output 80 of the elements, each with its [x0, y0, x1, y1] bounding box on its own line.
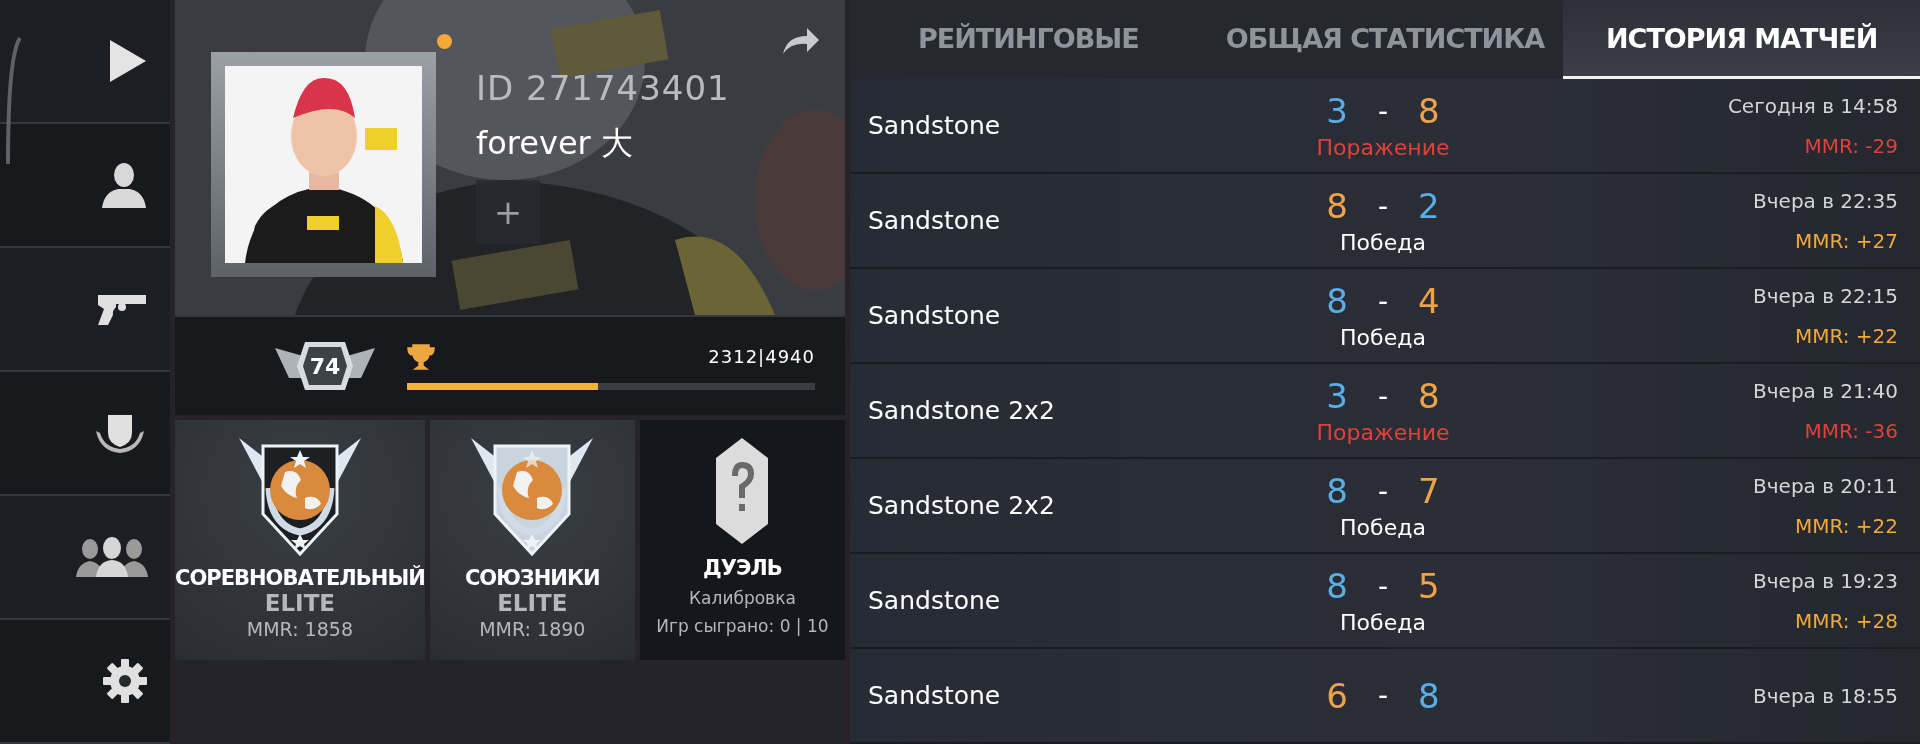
rank-card[interactable]: СОРЕВНОВАТЕЛЬНЫЙ ELITE MMR: 1858 — [175, 420, 425, 660]
sidebar-item[interactable] — [0, 0, 170, 124]
match-row[interactable]: Sandstone 2x2 3 - 8 Поражение Вчера в 21:40 MMR: -36 — [850, 364, 1920, 460]
team-score: 3 — [1326, 376, 1348, 417]
team-score: 8 — [1418, 91, 1440, 132]
score-separator: - — [1377, 379, 1389, 413]
mode-title: ДУЭЛЬ — [703, 556, 782, 580]
unknown-rank-icon — [714, 436, 771, 546]
team-score: 8 — [1326, 281, 1348, 322]
team-score: 8 — [1326, 471, 1348, 512]
settings-icon — [102, 658, 148, 704]
mmr-value: MMR: 1858 — [246, 618, 353, 640]
score-separator: - — [1377, 284, 1389, 318]
map-name: Sandstone — [868, 111, 1002, 141]
play-icon — [108, 38, 148, 84]
games-played: Игр сыграно: 0 | 10 — [656, 616, 829, 636]
team-score: 3 — [1326, 91, 1348, 132]
match-row[interactable]: Sandstone 3 - 8 Поражение Сегодня в 14:58 MMR: -29 — [850, 79, 1920, 175]
match-result: Победа — [1340, 325, 1426, 351]
mmr-change: MMR: +28 — [1794, 608, 1898, 633]
team-score: 2 — [1418, 186, 1440, 227]
tab[interactable]: ОБЩАЯ СТАТИСТИКА — [1206, 0, 1564, 80]
match-row[interactable]: Sandstone 2x2 8 - 7 Победа Вчера в 20:11 MMR: +22 — [850, 459, 1920, 555]
mmr-change: MMR: +22 — [1794, 513, 1898, 538]
sidebar-item[interactable] — [0, 496, 170, 620]
match-time: Вчера в 21:40 — [1753, 378, 1898, 403]
calibration-status: Калибровка — [689, 588, 796, 608]
match-row[interactable]: Sandstone 8 - 5 Победа Вчера в 19:23 MMR: +28 — [850, 554, 1920, 650]
match-row[interactable]: Sandstone 6 - 8 Вчера в 18:55 — [850, 649, 1920, 744]
mmr-change: MMR: +22 — [1794, 323, 1898, 348]
group-icon — [76, 537, 148, 577]
tab[interactable]: РЕЙТИНГОВЫЕ — [850, 0, 1207, 80]
mode-title: СОРЕВНОВАТЕЛЬНЫЙ — [175, 566, 425, 590]
match-result: Победа — [1340, 610, 1426, 636]
match-result: Победа — [1340, 230, 1426, 256]
rank-name: ELITE — [497, 590, 568, 616]
person-icon — [100, 162, 148, 208]
score-separator: - — [1377, 679, 1389, 712]
match-time: Вчера в 18:55 — [1753, 683, 1898, 708]
level-number: 74 — [309, 353, 341, 379]
team-score: 8 — [1326, 566, 1348, 607]
team-score: 8 — [1326, 186, 1348, 227]
match-row[interactable]: Sandstone 8 - 4 Победа Вчера в 22:15 MMR: +22 — [850, 269, 1920, 365]
score-separator: - — [1377, 94, 1389, 128]
team-score: 5 — [1418, 566, 1440, 607]
match-row[interactable]: Sandstone 8 - 2 Победа Вчера в 22:35 MMR: +27 — [850, 174, 1920, 270]
match-time: Вчера в 22:35 — [1753, 188, 1898, 213]
score-separator: - — [1377, 474, 1389, 508]
mode-title: СОЮЗНИКИ — [464, 566, 600, 590]
sidebar-item[interactable] — [0, 248, 170, 372]
mmr-change: MMR: -29 — [1804, 133, 1898, 158]
match-time: Вчера в 19:23 — [1753, 568, 1898, 593]
team-score: 8 — [1418, 675, 1440, 716]
rank-name: ELITE — [264, 590, 336, 616]
mmr-change: MMR: -36 — [1804, 418, 1898, 443]
mmr-change: MMR: +27 — [1794, 228, 1898, 253]
trophy-icon — [407, 342, 435, 371]
map-name: Sandstone — [868, 301, 1002, 331]
rank-card[interactable]: ДУЭЛЬ Калибровка Игр сыграно: 0 | 10 — [639, 420, 845, 660]
team-score: 7 — [1418, 471, 1440, 512]
experience-count: 2312|4940 — [708, 346, 815, 367]
mmr-value: MMR: 1890 — [479, 618, 586, 640]
match-result: Поражение — [1316, 420, 1450, 446]
match-time: Вчера в 20:11 — [1753, 473, 1898, 498]
map-name: Sandstone — [868, 586, 1002, 616]
map-name: Sandstone 2x2 — [868, 491, 1056, 521]
map-name: Sandstone — [868, 681, 1002, 710]
match-result: Поражение — [1316, 135, 1450, 161]
map-name: Sandstone 2x2 — [868, 396, 1056, 426]
match-result: Победа — [1340, 515, 1426, 541]
score-separator: - — [1377, 189, 1389, 223]
match-time: Вчера в 22:15 — [1753, 283, 1898, 308]
team-score: 8 — [1418, 376, 1440, 417]
score-separator: - — [1377, 569, 1389, 603]
team-score: 6 — [1326, 675, 1348, 716]
map-name: Sandstone — [868, 206, 1002, 236]
tab[interactable]: ИСТОРИЯ МАТЧЕЙ — [1563, 0, 1920, 80]
rank-card[interactable]: СОЮЗНИКИ ELITE MMR: 1890 — [429, 420, 635, 660]
team-score: 4 — [1418, 281, 1440, 322]
match-time: Сегодня в 14:58 — [1727, 93, 1898, 118]
